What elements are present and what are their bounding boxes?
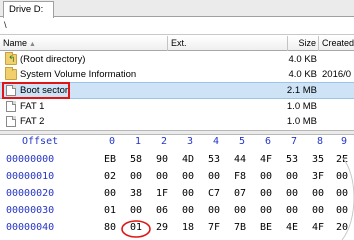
scroll-edge-curve — [341, 156, 354, 240]
item-name: System Volume Information — [20, 69, 137, 80]
item-created: 2016/0 — [322, 69, 352, 80]
item-size: 1.0 MB — [286, 116, 317, 127]
tab-drive-d[interactable]: Drive D: — [3, 1, 54, 18]
item-size: 2.1 MB — [286, 85, 317, 96]
item-name: FAT 1 — [20, 101, 45, 112]
list-item-root-directory[interactable]: ↰ (Root directory) 4.0 KB — [0, 52, 354, 67]
tab-bar: Drive D: — [0, 0, 354, 18]
column-header-name[interactable]: Name ▲ — [0, 36, 168, 51]
folder-up-icon: ↰ — [5, 52, 17, 65]
list-item-fat-2[interactable]: FAT 2 1.0 MB — [0, 114, 354, 129]
column-header-created[interactable]: Created — [319, 36, 354, 51]
highlight-annotation-box — [2, 82, 70, 99]
item-size: 1.0 MB — [286, 101, 317, 112]
column-header-ext[interactable]: Ext. — [168, 36, 288, 51]
annotation-overlay — [121, 156, 354, 240]
column-header-size[interactable]: Size — [288, 36, 319, 51]
path-text: \ — [4, 20, 7, 31]
item-size: 4.0 KB — [288, 54, 317, 65]
file-list-header: Name ▲ Ext. Size Created — [0, 36, 354, 51]
tab-label: Drive D: — [9, 4, 44, 15]
folder-icon — [5, 67, 17, 80]
sort-ascending-icon: ▲ — [29, 41, 36, 48]
file-icon — [6, 116, 16, 127]
item-name: (Root directory) — [20, 54, 86, 65]
path-bar: \ — [0, 18, 354, 35]
item-name: FAT 2 — [20, 116, 45, 127]
list-item-system-volume-information[interactable]: System Volume Information 4.0 KB 2016/0 — [0, 67, 354, 82]
annotation-circle — [121, 220, 151, 238]
file-icon — [6, 101, 16, 112]
item-size: 4.0 KB — [288, 69, 317, 80]
list-item-fat-1[interactable]: FAT 1 1.0 MB — [0, 99, 354, 114]
hex-editor[interactable]: Offset 0 1 2 3 4 5 6 7 8 9 00000000 EB 58 9… — [0, 135, 354, 240]
